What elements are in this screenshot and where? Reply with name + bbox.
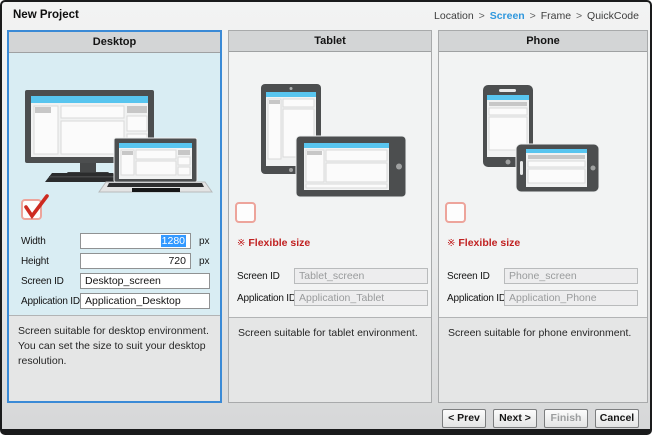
phone-illustration bbox=[439, 55, 649, 240]
panel-desktop[interactable]: Desktop bbox=[7, 30, 222, 403]
breadcrumb-item-3[interactable]: QuickCode bbox=[587, 10, 639, 22]
next-button[interactable]: Next > bbox=[493, 409, 537, 428]
desktop-description-line: Screen suitable for desktop environment. bbox=[18, 324, 211, 339]
panel-phone-title: Phone bbox=[439, 31, 647, 52]
breadcrumb: Location > Screen > Frame > QuickCode bbox=[434, 10, 639, 22]
phone-screen-id-label: Screen ID bbox=[447, 269, 490, 285]
asterisk-icon: ※ bbox=[237, 238, 245, 249]
tablet-illustration bbox=[229, 55, 433, 240]
desktop-application-id-input[interactable]: Application_Desktop bbox=[80, 293, 210, 309]
height-label: Height bbox=[21, 254, 49, 270]
width-input[interactable]: 1280 bbox=[80, 233, 191, 249]
tablet-select-checkbox[interactable] bbox=[235, 202, 256, 223]
desktop-select-checkbox[interactable] bbox=[21, 199, 42, 220]
desktop-description: Screen suitable for desktop environment.… bbox=[9, 315, 220, 401]
desktop-application-id-label: Application ID bbox=[21, 294, 80, 310]
width-unit-label: px bbox=[199, 234, 210, 250]
asterisk-icon: ※ bbox=[447, 238, 455, 249]
width-label: Width bbox=[21, 234, 46, 250]
height-unit-label: px bbox=[199, 254, 210, 270]
breadcrumb-separator: > bbox=[530, 10, 536, 22]
phone-application-id-label: Application ID bbox=[447, 291, 506, 307]
breadcrumb-separator: > bbox=[479, 10, 485, 22]
desktop-description-line: You can set the size to suit your deskto… bbox=[18, 339, 211, 369]
desktop-illustration bbox=[14, 60, 219, 200]
prev-button[interactable]: < Prev bbox=[442, 409, 486, 428]
tablet-application-id-input: Application_Tablet bbox=[294, 290, 428, 306]
breadcrumb-separator: > bbox=[576, 10, 582, 22]
finish-button: Finish bbox=[544, 409, 588, 428]
phone-application-id-input: Application_Phone bbox=[504, 290, 638, 306]
panel-desktop-title: Desktop bbox=[9, 32, 220, 53]
desktop-screen-id-label: Screen ID bbox=[21, 274, 64, 290]
phone-description-line: Screen suitable for phone environment. bbox=[448, 326, 638, 341]
breadcrumb-item-1[interactable]: Screen bbox=[490, 10, 525, 22]
phone-description: Screen suitable for phone environment. bbox=[439, 317, 647, 402]
dialog-title: New Project bbox=[13, 9, 79, 21]
tablet-screen-id-input: Tablet_screen bbox=[294, 268, 428, 284]
flexible-size-label: Flexible size bbox=[458, 237, 520, 249]
panel-tablet[interactable]: Tablet ※Flexible bbox=[228, 30, 432, 403]
tablet-description-line: Screen suitable for tablet environment. bbox=[238, 326, 422, 341]
width-value-selected: 1280 bbox=[161, 235, 186, 247]
flexible-size-label: Flexible size bbox=[248, 237, 310, 249]
panel-phone[interactable]: Phone ※Flexible size bbox=[438, 30, 648, 403]
cancel-button[interactable]: Cancel bbox=[595, 409, 639, 428]
breadcrumb-item-0[interactable]: Location bbox=[434, 10, 474, 22]
tablet-description: Screen suitable for tablet environment. bbox=[229, 317, 431, 402]
panel-tablet-title: Tablet bbox=[229, 31, 431, 52]
tablet-screen-id-label: Screen ID bbox=[237, 269, 280, 285]
tablet-flexible-size-note: ※Flexible size bbox=[237, 237, 310, 249]
desktop-screen-id-input[interactable]: Desktop_screen bbox=[80, 273, 210, 289]
phone-flexible-size-note: ※Flexible size bbox=[447, 237, 520, 249]
height-input[interactable]: 720 bbox=[80, 253, 191, 269]
phone-select-checkbox[interactable] bbox=[445, 202, 466, 223]
new-project-dialog: New Project Location > Screen > Frame > … bbox=[0, 0, 652, 435]
checkmark-icon bbox=[22, 192, 50, 221]
tablet-application-id-label: Application ID bbox=[237, 291, 296, 307]
phone-screen-id-input: Phone_screen bbox=[504, 268, 638, 284]
breadcrumb-item-2[interactable]: Frame bbox=[541, 10, 571, 22]
